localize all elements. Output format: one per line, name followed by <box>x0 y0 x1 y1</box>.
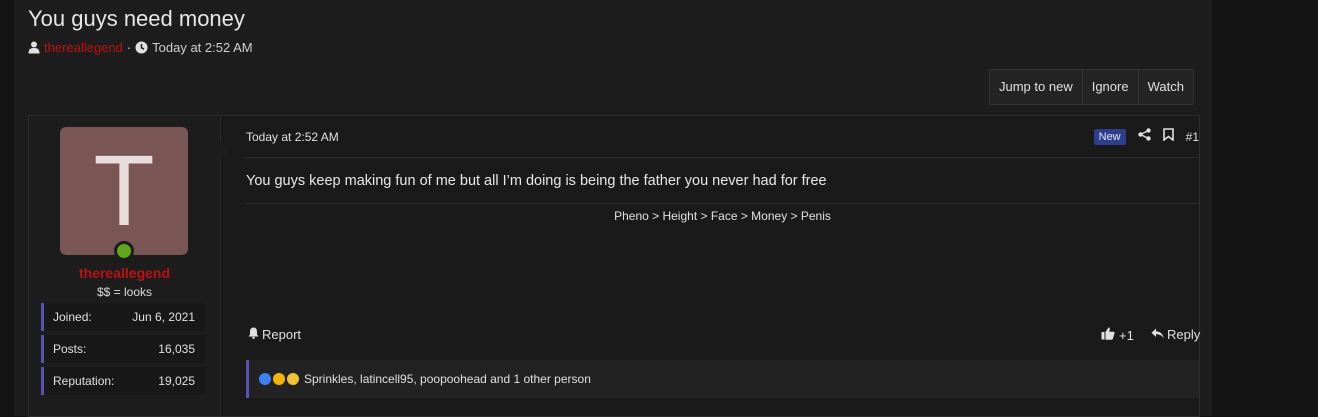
stat-value: Jun 6, 2021 <box>132 310 195 324</box>
bell-icon <box>248 327 259 342</box>
stat-joined: Joined: Jun 6, 2021 <box>41 303 205 331</box>
post-body: You guys keep making fun of me but all I… <box>246 173 827 189</box>
thread-time[interactable]: Today at 2:52 AM <box>152 40 252 55</box>
stat-reputation: Reputation: 19,025 <box>41 367 205 395</box>
like-count: +1 <box>1119 327 1134 343</box>
post-arrow <box>220 142 229 160</box>
avatar[interactable]: T <box>60 127 188 261</box>
post: T thereallegend $$ = looks Joined: Jun 6… <box>28 115 1200 417</box>
user-icon <box>28 41 40 54</box>
love-reaction-icon <box>273 373 285 385</box>
share-icon[interactable] <box>1137 128 1151 146</box>
clock-icon <box>135 41 148 54</box>
user-title: $$ = looks <box>96 285 153 299</box>
reply-button[interactable]: Reply <box>1151 327 1200 342</box>
thread-author-link[interactable]: thereallegend <box>44 40 123 55</box>
post-header-actions: New #1 <box>1093 128 1199 146</box>
stat-label: Posts: <box>53 342 87 356</box>
jump-to-new-button[interactable]: Jump to new <box>990 70 1082 104</box>
watch-button[interactable]: Watch <box>1137 70 1193 104</box>
laugh-reaction-icon <box>287 373 299 385</box>
report-button[interactable]: Report <box>248 327 301 342</box>
post-time[interactable]: Today at 2:52 AM <box>246 130 339 144</box>
meta-separator: · <box>126 40 132 55</box>
reactions-bar[interactable]: Sprinkles, latincell95, poopoohead and 1… <box>246 360 1199 398</box>
avatar-letter: T <box>93 135 155 247</box>
like-button[interactable]: +1 <box>1101 327 1134 343</box>
thread-page: You guys need money thereallegend · Toda… <box>14 0 1212 417</box>
post-number-link[interactable]: #1 <box>1186 130 1199 144</box>
divider <box>246 157 1199 158</box>
report-label: Report <box>262 327 302 342</box>
post-username[interactable]: thereallegend <box>29 265 220 281</box>
bookmark-icon[interactable] <box>1162 128 1174 146</box>
stat-label: Joined: <box>53 310 92 324</box>
thread-meta: thereallegend · Today at 2:52 AM <box>28 40 253 55</box>
divider <box>246 203 1199 204</box>
reply-label: Reply <box>1167 327 1201 342</box>
post-user-cell: T thereallegend $$ = looks Joined: Jun 6… <box>29 116 221 416</box>
online-status-indicator <box>114 241 134 261</box>
thread-action-buttons: Jump to new Ignore Watch <box>989 69 1194 105</box>
thread-title: You guys need money <box>28 6 245 31</box>
new-badge: New <box>1093 129 1126 145</box>
reactions-list[interactable]: Sprinkles, latincell95, poopoohead and 1… <box>304 372 591 386</box>
stat-label: Reputation: <box>53 374 115 388</box>
thumbs-up-icon <box>1101 327 1115 343</box>
ignore-button[interactable]: Ignore <box>1081 70 1138 104</box>
right-rail <box>1212 0 1318 416</box>
like-reaction-icon <box>259 373 271 385</box>
stat-value: 19,025 <box>158 374 195 388</box>
stat-posts: Posts: 16,035 <box>41 335 205 363</box>
post-signature: Pheno > Height > Face > Money > Penis <box>614 209 831 223</box>
stat-value: 16,035 <box>158 342 195 356</box>
reply-icon <box>1151 327 1164 342</box>
